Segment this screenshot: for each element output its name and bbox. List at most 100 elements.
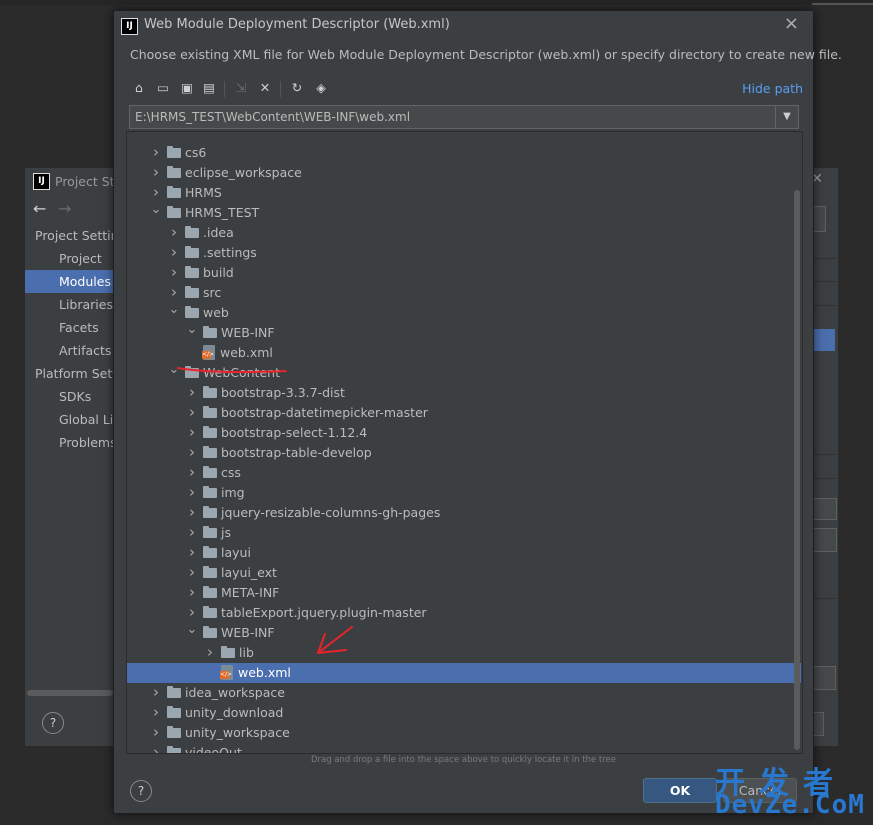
chevron-right-icon[interactable]: › bbox=[150, 743, 162, 753]
tree-folder-row[interactable]: › .idea bbox=[127, 223, 802, 243]
tree-folder-row[interactable]: ⌄ HRMS_TEST bbox=[127, 203, 802, 223]
chevron-right-icon[interactable]: › bbox=[186, 423, 198, 442]
chevron-right-icon[interactable]: › bbox=[150, 143, 162, 162]
chevron-right-icon[interactable]: › bbox=[186, 583, 198, 602]
chevron-right-icon[interactable]: › bbox=[186, 483, 198, 502]
chevron-down-icon[interactable]: ⌄ bbox=[150, 203, 162, 217]
tree-folder-row[interactable]: › layui_ext bbox=[127, 563, 802, 583]
bg-selected-cell bbox=[813, 329, 835, 351]
tree-folder-row[interactable]: › cs6 bbox=[127, 143, 802, 163]
chevron-right-icon[interactable]: › bbox=[168, 243, 180, 262]
tree-folder-row[interactable]: › videoOut bbox=[127, 743, 802, 753]
chevron-right-icon[interactable]: › bbox=[168, 263, 180, 282]
chevron-right-icon[interactable]: › bbox=[186, 463, 198, 482]
tree-item-label: HRMS bbox=[185, 185, 222, 200]
tree-folder-row[interactable]: › idea_workspace bbox=[127, 683, 802, 703]
tree-folder-row[interactable]: › eclipse_workspace bbox=[127, 163, 802, 183]
close-icon[interactable]: × bbox=[784, 13, 799, 34]
chevron-down-icon[interactable]: ⌄ bbox=[168, 303, 180, 317]
chevron-right-icon[interactable]: › bbox=[186, 503, 198, 522]
refresh-icon[interactable]: ↻ bbox=[286, 77, 308, 99]
chevron-right-icon[interactable]: › bbox=[186, 523, 198, 542]
chevron-right-icon[interactable]: › bbox=[186, 403, 198, 422]
chevron-right-icon[interactable]: › bbox=[150, 703, 162, 722]
tree-folder-row[interactable]: › bootstrap-3.3.7-dist bbox=[127, 383, 802, 403]
ok-button[interactable]: OK bbox=[643, 778, 717, 803]
tree-folder-row[interactable]: › src bbox=[127, 283, 802, 303]
collapse-icon[interactable]: ⇲ bbox=[230, 77, 252, 99]
tree-folder-row[interactable]: › bootstrap-select-1.12.4 bbox=[127, 423, 802, 443]
tree-folder-row[interactable]: › tableExport.jquery.plugin-master bbox=[127, 603, 802, 623]
arrow-left-icon[interactable]: ← bbox=[33, 199, 46, 218]
hide-path-link[interactable]: Hide path bbox=[742, 81, 803, 96]
tree-scrollbar[interactable] bbox=[792, 132, 802, 753]
chevron-right-icon[interactable]: › bbox=[204, 643, 216, 662]
path-input[interactable] bbox=[130, 106, 774, 128]
chevron-right-icon[interactable]: › bbox=[186, 603, 198, 622]
tree-folder-row[interactable]: › .settings bbox=[127, 243, 802, 263]
tree-folder-row[interactable]: › unity_download bbox=[127, 703, 802, 723]
tree-folder-row[interactable]: › js bbox=[127, 523, 802, 543]
sidebar-item-project[interactable]: Project bbox=[25, 247, 115, 270]
chevron-down-icon[interactable]: ⌄ bbox=[186, 323, 198, 337]
chevron-down-icon[interactable]: ⌄ bbox=[186, 623, 198, 637]
tree-folder-row[interactable]: ⌄ web bbox=[127, 303, 802, 323]
chevron-down-icon[interactable]: ⌄ bbox=[168, 363, 180, 377]
chevron-right-icon[interactable]: › bbox=[186, 383, 198, 402]
tree-file-row[interactable]: web.xml bbox=[127, 343, 802, 363]
chevron-right-icon[interactable]: › bbox=[150, 163, 162, 182]
sidebar-scrollbar[interactable] bbox=[27, 690, 113, 696]
tree-folder-row[interactable]: › build bbox=[127, 263, 802, 283]
help-icon[interactable]: ? bbox=[42, 712, 64, 734]
sidebar-item-libraries[interactable]: Libraries bbox=[25, 293, 115, 316]
tree-folder-row[interactable]: › img bbox=[127, 483, 802, 503]
folder-icon bbox=[167, 746, 181, 753]
sidebar-item-problems[interactable]: Problems bbox=[25, 431, 115, 454]
tree-folder-row[interactable]: ⌄ WEB-INF bbox=[127, 323, 802, 343]
tree-folder-row[interactable]: › HRMS bbox=[127, 183, 802, 203]
sidebar-item-global-libraries[interactable]: Global Libraries bbox=[25, 408, 115, 431]
sidebar-item-artifacts[interactable]: Artifacts bbox=[25, 339, 115, 362]
tree-folder-row[interactable]: › META-INF bbox=[127, 583, 802, 603]
tree-folder-row[interactable]: ⌄ WEB-INF bbox=[127, 623, 802, 643]
sidebar-item-sdks[interactable]: SDKs bbox=[25, 385, 115, 408]
tree-folder-row[interactable]: › layui bbox=[127, 543, 802, 563]
chevron-right-icon[interactable]: › bbox=[186, 563, 198, 582]
chevron-down-icon[interactable]: ▼ bbox=[775, 106, 798, 128]
folder-icon bbox=[203, 546, 217, 558]
path-combobox[interactable]: ▼ bbox=[129, 105, 799, 129]
arrow-right-icon[interactable]: → bbox=[58, 199, 71, 218]
dialog-title: Web Module Deployment Descriptor (Web.xm… bbox=[144, 17, 450, 32]
sidebar-item-facets[interactable]: Facets bbox=[25, 316, 115, 339]
file-tree[interactable]: › videoOut › unity_workspace › unity_download… bbox=[126, 131, 803, 754]
sidebar-item-modules[interactable]: Modules bbox=[25, 270, 115, 293]
project-folder-icon[interactable]: ▤ bbox=[198, 77, 220, 99]
chevron-right-icon[interactable]: › bbox=[150, 183, 162, 202]
new-folder-icon[interactable]: ▣ bbox=[176, 77, 198, 99]
delete-icon[interactable]: ✕ bbox=[254, 77, 276, 99]
tree-folder-row[interactable]: › jquery-resizable-columns-gh-pages bbox=[127, 503, 802, 523]
help-icon[interactable]: ? bbox=[130, 780, 152, 802]
xml-file-icon bbox=[220, 665, 233, 680]
tree-item-label: idea_workspace bbox=[185, 685, 285, 700]
home-icon[interactable]: ⌂ bbox=[128, 77, 150, 99]
tree-file-row[interactable]: web.xml bbox=[127, 663, 801, 683]
tree-folder-row[interactable]: › bootstrap-table-develop bbox=[127, 443, 802, 463]
tree-folder-row[interactable]: › lib bbox=[127, 643, 802, 663]
chevron-right-icon[interactable]: › bbox=[186, 443, 198, 462]
desktop-icon[interactable]: ▭ bbox=[152, 77, 174, 99]
chevron-right-icon[interactable]: › bbox=[168, 223, 180, 242]
folder-icon bbox=[203, 626, 217, 638]
sidebar-section-header: Project Settings bbox=[35, 228, 115, 243]
folder-icon bbox=[203, 586, 217, 598]
tree-scrollbar-thumb[interactable] bbox=[794, 190, 800, 750]
chevron-right-icon[interactable]: › bbox=[150, 683, 162, 702]
show-hidden-icon[interactable]: ◈ bbox=[310, 77, 332, 99]
tree-folder-row[interactable]: › css bbox=[127, 463, 802, 483]
tree-folder-row[interactable]: ⌄ WebContent bbox=[127, 363, 802, 383]
chevron-right-icon[interactable]: › bbox=[168, 283, 180, 302]
chevron-right-icon[interactable]: › bbox=[150, 723, 162, 742]
chevron-right-icon[interactable]: › bbox=[186, 543, 198, 562]
tree-folder-row[interactable]: › unity_workspace bbox=[127, 723, 802, 743]
tree-folder-row[interactable]: › bootstrap-datetimepicker-master bbox=[127, 403, 802, 423]
